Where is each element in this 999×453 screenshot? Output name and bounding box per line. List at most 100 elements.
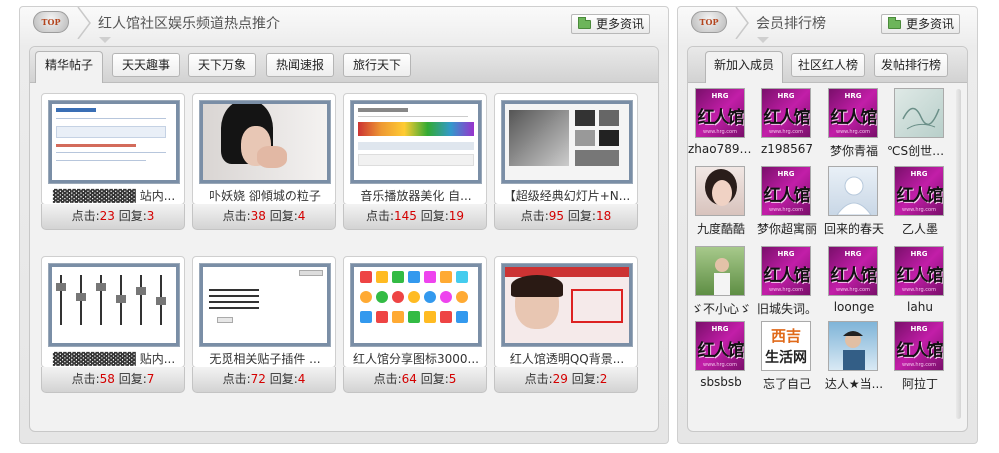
tab-travel[interactable]: 旅行天下 — [343, 53, 411, 77]
member-name[interactable]: 达人★当... — [821, 375, 887, 392]
tab-featured-posts[interactable]: 精华帖子 — [35, 51, 103, 83]
member-item[interactable]: 西吉 生活网 忘了自己 — [754, 321, 820, 397]
tab-daily-fun[interactable]: 天天趣事 — [112, 53, 180, 77]
reply-count: 18 — [595, 209, 612, 223]
member-name[interactable]: 忘了自己 — [754, 375, 820, 392]
member-name[interactable]: ゞ不小心ゞ — [688, 300, 754, 317]
post-title[interactable]: 【超级经典幻灯片+N... — [501, 187, 633, 204]
post-thumbnail[interactable] — [350, 263, 482, 347]
member-item[interactable]: ゞ不小心ゞ — [688, 246, 754, 322]
post-card[interactable]: 音乐播放器美化 自... — [343, 93, 487, 205]
post-stats: 点击:23 回复:3 — [41, 204, 185, 230]
member-item[interactable]: ℃S创世ァ... — [887, 88, 953, 164]
member-name[interactable]: ℃S创世ァ... — [887, 142, 953, 159]
post-thumbnail[interactable] — [48, 263, 180, 347]
xiji-logo-bottom: 生活网 — [765, 350, 807, 366]
member-avatar[interactable]: HRG 红人馆 www.hrg.com — [828, 88, 878, 138]
post-thumbnail[interactable] — [199, 100, 331, 184]
member-name[interactable]: z198567 — [754, 142, 820, 156]
tab-new-members[interactable]: 新加入成员 — [705, 51, 783, 83]
post-title[interactable]: 音乐播放器美化 自... — [350, 187, 482, 204]
member-name[interactable]: 回来的春天 — [821, 220, 887, 237]
post-card[interactable]: 无觅相关贴子插件 ... — [192, 256, 336, 368]
member-item[interactable]: 九度酷酷 — [688, 166, 754, 242]
tab-hot-news[interactable]: 热闻速报 — [266, 53, 334, 77]
avatar-logo-text: HRG — [910, 325, 928, 333]
member-name[interactable]: 旧城失词。 — [754, 300, 820, 317]
member-avatar[interactable]: HRG 红人馆 www.hrg.com — [894, 321, 944, 371]
more-news-button[interactable]: 更多资讯 — [881, 14, 961, 34]
member-avatar[interactable]: HRG 红人馆 www.hrg.com — [695, 321, 745, 371]
avatar-logo-text: www.hrg.com — [769, 287, 803, 293]
post-title[interactable]: 红人馆分享图标3000... — [350, 350, 482, 367]
member-item[interactable]: HRG 红人馆 www.hrg.com zhao7891... — [688, 88, 754, 164]
hot-posts-title: 红人馆社区娱乐频道热点推介 — [98, 16, 280, 32]
member-item[interactable]: HRG 红人馆 www.hrg.com 梦你超寓丽 — [754, 166, 820, 242]
click-count: 72 — [250, 372, 266, 386]
hot-posts-panel: TOP 红人馆社区娱乐频道热点推介 更多资讯 精华帖子 天天趣事 天下万象 热闻… — [19, 6, 669, 444]
member-item[interactable]: 回来的春天 — [821, 166, 887, 242]
post-card[interactable]: ▓▓▓▓▓▓▓▓▓ 站内... — [41, 93, 185, 205]
member-item[interactable]: HRG 红人馆 www.hrg.com 旧城失词。 — [754, 246, 820, 322]
member-avatar[interactable]: HRG 红人馆 www.hrg.com — [894, 246, 944, 296]
member-name[interactable]: 九度酷酷 — [688, 220, 754, 237]
member-item[interactable]: 达人★当... — [821, 321, 887, 397]
member-item[interactable]: HRG 红人馆 www.hrg.com z198567 — [754, 88, 820, 164]
member-avatar[interactable]: HRG 红人馆 www.hrg.com — [761, 246, 811, 296]
member-name[interactable]: loonge — [821, 300, 887, 314]
member-name[interactable]: zhao7891... — [688, 142, 754, 156]
post-title[interactable]: ▓▓▓▓▓▓▓▓▓ 贴内... — [48, 350, 180, 367]
member-item[interactable]: HRG 红人馆 www.hrg.com 阿拉丁 — [887, 321, 953, 397]
post-thumbnail[interactable] — [501, 100, 633, 184]
member-name[interactable]: sbsbsb — [688, 375, 754, 389]
member-avatar[interactable] — [828, 166, 878, 216]
tab-community-stars[interactable]: 社区红人榜 — [791, 53, 865, 77]
member-item[interactable]: HRG 红人馆 www.hrg.com loonge — [821, 246, 887, 322]
replies-label: 回复: — [571, 372, 600, 386]
post-title[interactable]: ▓▓▓▓▓▓▓▓▓ 站内... — [48, 187, 180, 204]
member-avatar[interactable]: HRG 红人馆 www.hrg.com — [761, 166, 811, 216]
member-item[interactable]: HRG 红人馆 www.hrg.com 梦你青福 — [821, 88, 887, 164]
avatar-logo-text: www.hrg.com — [902, 362, 936, 368]
member-avatar[interactable]: HRG 红人馆 www.hrg.com — [761, 88, 811, 138]
post-thumbnail[interactable] — [501, 263, 633, 347]
post-title[interactable]: 无觅相关贴子插件 ... — [199, 350, 331, 367]
clicks-label: 点击: — [524, 372, 553, 386]
tab-post-ranking[interactable]: 发帖排行榜 — [874, 53, 948, 77]
post-thumbnail[interactable] — [350, 100, 482, 184]
replies-label: 回复: — [118, 372, 147, 386]
member-avatar[interactable] — [695, 246, 745, 296]
click-count: 58 — [99, 372, 115, 386]
member-name[interactable]: lahu — [887, 300, 953, 314]
post-card[interactable]: ▓▓▓▓▓▓▓▓▓ 贴内... — [41, 256, 185, 368]
post-thumbnail[interactable] — [48, 100, 180, 184]
member-avatar[interactable]: HRG 红人馆 www.hrg.com — [894, 166, 944, 216]
post-thumbnail[interactable] — [199, 263, 331, 347]
tab-world-view[interactable]: 天下万象 — [188, 53, 256, 77]
member-name[interactable]: 梦你超寓丽 — [754, 220, 820, 237]
member-avatar[interactable]: HRG 红人馆 www.hrg.com — [695, 88, 745, 138]
member-name[interactable]: 阿拉丁 — [887, 375, 953, 392]
post-card[interactable]: 红人馆透明QQ背景... — [494, 256, 638, 368]
post-title[interactable]: 红人馆透明QQ背景... — [501, 350, 633, 367]
post-title[interactable]: 卟妖娆 卻傾城の粒子 — [199, 187, 331, 204]
reply-count: 4 — [297, 372, 306, 386]
clicks-label: 点击: — [71, 209, 100, 223]
header-separator-arrow-icon — [77, 7, 91, 39]
more-news-button[interactable]: 更多资讯 — [571, 14, 651, 34]
post-card[interactable]: 红人馆分享图标3000... — [343, 256, 487, 368]
member-name[interactable]: 乙人墨 — [887, 220, 953, 237]
member-item[interactable]: HRG 红人馆 www.hrg.com 乙人墨 — [887, 166, 953, 242]
member-avatar[interactable]: HRG 红人馆 www.hrg.com — [828, 246, 878, 296]
clicks-label: 点击: — [365, 209, 394, 223]
post-card[interactable]: 【超级经典幻灯片+N... — [494, 93, 638, 205]
member-avatar[interactable]: 西吉 生活网 — [761, 321, 811, 371]
photo-avatar-icon — [705, 169, 737, 206]
member-avatar[interactable] — [695, 166, 745, 216]
member-avatar[interactable] — [894, 88, 944, 138]
member-avatar[interactable] — [828, 321, 878, 371]
member-item[interactable]: HRG 红人馆 www.hrg.com sbsbsb — [688, 321, 754, 397]
post-card[interactable]: 卟妖娆 卻傾城の粒子 — [192, 93, 336, 205]
member-item[interactable]: HRG 红人馆 www.hrg.com lahu — [887, 246, 953, 322]
member-name[interactable]: 梦你青福 — [821, 142, 887, 159]
